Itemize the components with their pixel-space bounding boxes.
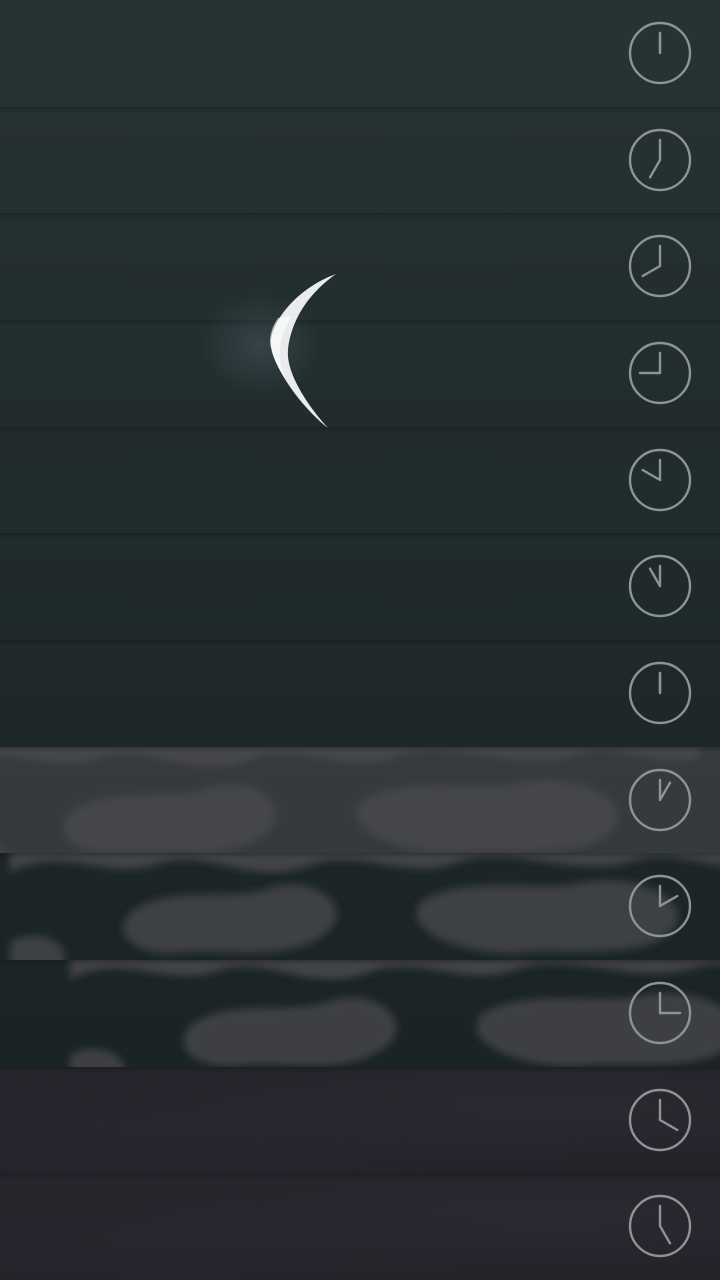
hour-row[interactable] (0, 853, 720, 961)
hour-row[interactable] (0, 0, 720, 108)
clock-icon[interactable] (628, 768, 692, 832)
cloud-layer (10, 853, 720, 960)
clock-icon[interactable] (628, 341, 692, 405)
cloud-layer (0, 746, 720, 854)
hour-row[interactable] (0, 533, 720, 641)
clock-icon[interactable] (628, 874, 692, 938)
hour-row[interactable] (0, 1173, 720, 1280)
clock-icon[interactable] (628, 554, 692, 618)
overcast-haze (0, 1173, 720, 1280)
clock-icon[interactable] (628, 661, 692, 725)
hour-row[interactable] (0, 640, 720, 748)
overcast-haze (0, 1066, 720, 1175)
cloud-shape (123, 884, 337, 954)
clock-icon[interactable] (628, 1088, 692, 1152)
cloud-shape (70, 1048, 125, 1067)
hourly-forecast-screen[interactable] (0, 0, 720, 1280)
cloud-shape (10, 853, 720, 874)
hour-row[interactable] (0, 960, 720, 1068)
cloud-layer (70, 960, 720, 1067)
hour-row[interactable] (0, 426, 720, 535)
clock-icon[interactable] (628, 448, 692, 512)
cloud-shape (70, 960, 720, 980)
clock-icon[interactable] (628, 128, 692, 192)
clock-icon[interactable] (628, 981, 692, 1045)
cloud-shape (183, 997, 397, 1067)
hour-row[interactable] (0, 213, 720, 321)
hour-row[interactable] (0, 106, 720, 215)
clock-icon[interactable] (628, 21, 692, 85)
hour-row[interactable] (0, 1066, 720, 1175)
cloud-cover (0, 746, 720, 854)
cloud-shape (10, 935, 66, 960)
clock-icon[interactable] (628, 1194, 692, 1258)
hour-row[interactable] (0, 746, 720, 855)
hour-row[interactable] (0, 320, 720, 428)
clock-icon[interactable] (628, 234, 692, 298)
